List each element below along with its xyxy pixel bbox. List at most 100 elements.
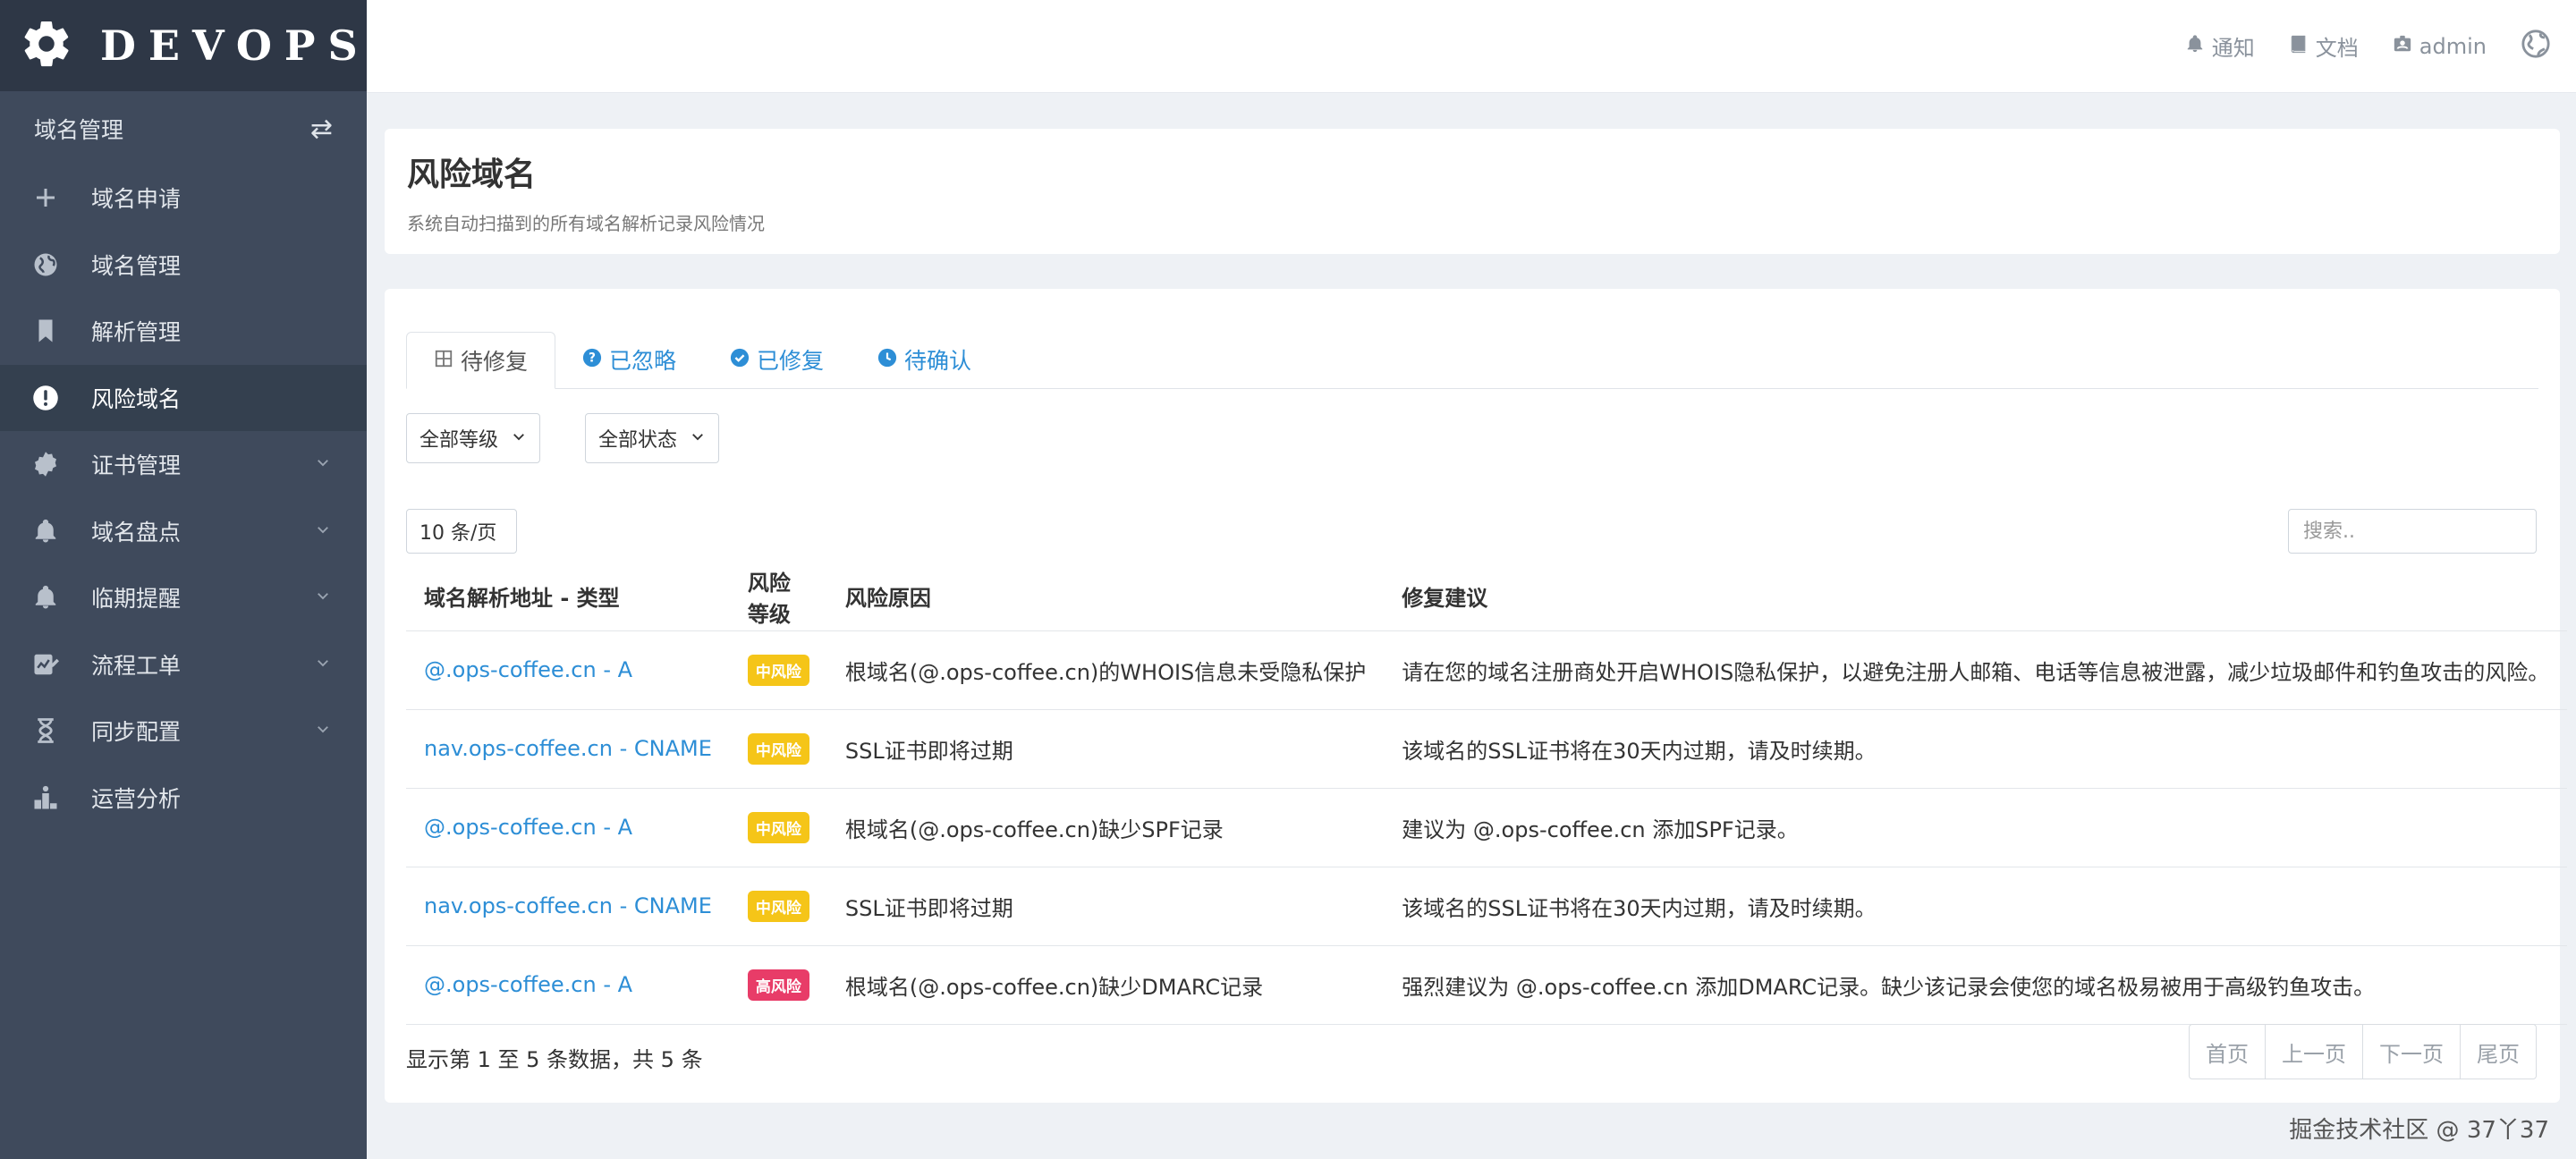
sidebar-item-label: 证书管理	[91, 453, 182, 479]
sidebar-header: 域名管理 ⇄	[0, 93, 367, 165]
tab-fixed[interactable]: 已修复	[703, 331, 851, 388]
sidebar-item-domain-apply[interactable]: 域名申请	[0, 165, 367, 232]
clock-icon	[877, 347, 904, 373]
exclamation-circle-icon	[30, 383, 61, 413]
risk-badge: 中风险	[747, 811, 809, 843]
record-link[interactable]: @.ops-coffee.cn - A	[424, 815, 632, 840]
bell-icon	[2185, 34, 2212, 59]
level-filter-value: 全部等级	[419, 429, 499, 452]
top-bar: 通知 文档 admin	[367, 0, 2576, 93]
pagination: 首页 上一页 下一页 尾页	[2189, 1024, 2537, 1079]
sidebar-header-label: 域名管理	[34, 117, 124, 143]
chevron-down-icon	[315, 587, 331, 608]
level-filter[interactable]: 全部等级	[406, 413, 541, 463]
reason-cell: 根域名(@.ops-coffee.cn)的WHOIS信息未受隐私保护	[826, 630, 1385, 710]
notify-link[interactable]: 通知	[2185, 30, 2255, 62]
sidebar-menu: 域名申请 域名管理 解析管理 风险域名 证书管理 域名盘点 临期提醒 流程工单 …	[0, 165, 367, 831]
sidebar-item-dns-manage[interactable]: 解析管理	[0, 298, 367, 365]
sidebar-item-expiry-reminder[interactable]: 临期提醒	[0, 564, 367, 631]
pager-next-button[interactable]: 下一页	[2362, 1025, 2460, 1079]
record-cell: @.ops-coffee.cn - A	[406, 788, 730, 867]
plus-icon	[30, 182, 61, 213]
record-cell: nav.ops-coffee.cn - CNAME	[406, 867, 730, 946]
sidebar-item-cert-manage[interactable]: 证书管理	[0, 431, 367, 498]
user-menu[interactable]: admin	[2393, 34, 2487, 59]
status-filter[interactable]: 全部状态	[585, 413, 720, 463]
column-header-level[interactable]: 风险等级	[729, 563, 827, 631]
reason-cell: SSL证书即将过期	[826, 867, 1385, 946]
page-size-value: 10 条/页	[419, 522, 497, 545]
chevron-down-icon	[315, 654, 331, 675]
id-card-icon	[2393, 34, 2419, 59]
table-row: nav.ops-coffee.cn - CNAME 中风险 SSL证书即将过期 …	[406, 709, 2568, 789]
watermark-text: 掘金技术社区 @ 37丫37	[2289, 1117, 2549, 1144]
sidebar-item-sync-config[interactable]: 同步配置	[0, 698, 367, 765]
level-cell: 中风险	[729, 867, 827, 946]
risk-badge: 中风险	[747, 732, 809, 765]
level-cell: 高风险	[729, 945, 827, 1025]
sidebar: DEVOPS 域名管理 ⇄ 域名申请 域名管理 解析管理 风险域名 证书管理 域…	[0, 0, 367, 1159]
swap-icon[interactable]: ⇄	[310, 114, 333, 145]
record-link[interactable]: @.ops-coffee.cn - A	[424, 657, 632, 682]
table-row: @.ops-coffee.cn - A 中风险 根域名(@.ops-coffee…	[406, 630, 2568, 710]
sidebar-item-label: 解析管理	[91, 319, 182, 346]
chart-icon	[30, 783, 61, 813]
sidebar-item-domain-inventory[interactable]: 域名盘点	[0, 498, 367, 565]
sidebar-item-label: 域名申请	[91, 186, 182, 213]
advice-cell: 强烈建议为 @.ops-coffee.cn 添加DMARC记录。缺少该记录会使您…	[1384, 945, 2568, 1025]
tab-label: 待修复	[461, 349, 529, 375]
page-size-select[interactable]: 10 条/页	[406, 509, 517, 554]
check-circle-icon	[730, 347, 757, 373]
language-switch[interactable]	[2521, 29, 2551, 64]
chevron-down-icon	[498, 427, 527, 450]
advice-cell: 请在您的域名注册商处开启WHOIS隐私保护，以避免注册人邮箱、电话等信息被泄露，…	[1384, 630, 2568, 710]
record-cell: @.ops-coffee.cn - A	[406, 630, 730, 710]
risk-badge: 高风险	[747, 969, 809, 1001]
sidebar-item-label: 同步配置	[91, 719, 182, 746]
tab-pending-fix[interactable]: 待修复	[406, 332, 556, 389]
notify-label: 通知	[2211, 36, 2255, 61]
reason-cell: 根域名(@.ops-coffee.cn)缺少DMARC记录	[826, 945, 1385, 1025]
search-input[interactable]	[2288, 509, 2537, 554]
chevron-down-icon	[315, 453, 331, 475]
tab-ignored[interactable]: ? 已忽略	[555, 331, 703, 388]
pager-prev-button[interactable]: 上一页	[2265, 1025, 2362, 1079]
svg-text:?: ?	[589, 351, 596, 365]
docs-link[interactable]: 文档	[2289, 30, 2359, 62]
risk-badge: 中风险	[747, 890, 809, 922]
pager-first-button[interactable]: 首页	[2190, 1025, 2265, 1079]
column-header-advice[interactable]: 修复建议	[1384, 563, 2568, 631]
gear-logo-icon	[20, 17, 73, 74]
sidebar-item-workflow[interactable]: 流程工单	[0, 631, 367, 698]
brand[interactable]: DEVOPS	[0, 0, 367, 91]
pager-last-button[interactable]: 尾页	[2460, 1025, 2536, 1079]
table-row: nav.ops-coffee.cn - CNAME 中风险 SSL证书即将过期 …	[406, 867, 2568, 946]
question-icon: ?	[582, 347, 609, 373]
tab-to-confirm[interactable]: 待确认	[851, 331, 998, 388]
sidebar-item-risk-domain[interactable]: 风险域名	[0, 364, 367, 431]
user-name: admin	[2419, 33, 2487, 59]
tab-label: 待确认	[904, 348, 972, 374]
risk-table: 域名解析地址 - 类型 风险等级 风险原因 修复建议 @.ops-coffee.…	[406, 563, 2568, 1025]
sidebar-item-label: 域名盘点	[91, 519, 182, 546]
advice-cell: 该域名的SSL证书将在30天内过期，请及时续期。	[1384, 867, 2568, 946]
status-tabs: 待修复 ? 已忽略 已修复 待确认	[406, 310, 2538, 389]
table-icon	[434, 348, 461, 374]
record-link[interactable]: nav.ops-coffee.cn - CNAME	[424, 736, 712, 761]
sidebar-item-label: 风险域名	[91, 385, 182, 412]
sidebar-item-ops-analytics[interactable]: 运营分析	[0, 765, 367, 832]
hourglass-icon	[30, 715, 61, 746]
chevron-down-icon	[677, 427, 706, 450]
sidebar-item-label: 域名管理	[91, 252, 182, 279]
record-cell: nav.ops-coffee.cn - CNAME	[406, 709, 730, 789]
table-info: 显示第 1 至 5 条数据，共 5 条	[406, 1047, 703, 1072]
column-header-reason[interactable]: 风险原因	[826, 563, 1385, 631]
level-cell: 中风险	[729, 630, 827, 710]
reason-cell: SSL证书即将过期	[826, 709, 1385, 789]
advice-cell: 该域名的SSL证书将在30天内过期，请及时续期。	[1384, 709, 2568, 789]
sidebar-item-domain-manage[interactable]: 域名管理	[0, 232, 367, 299]
level-cell: 中风险	[729, 788, 827, 867]
record-link[interactable]: nav.ops-coffee.cn - CNAME	[424, 893, 712, 918]
column-header-record[interactable]: 域名解析地址 - 类型	[406, 563, 730, 631]
record-link[interactable]: @.ops-coffee.cn - A	[424, 972, 632, 997]
